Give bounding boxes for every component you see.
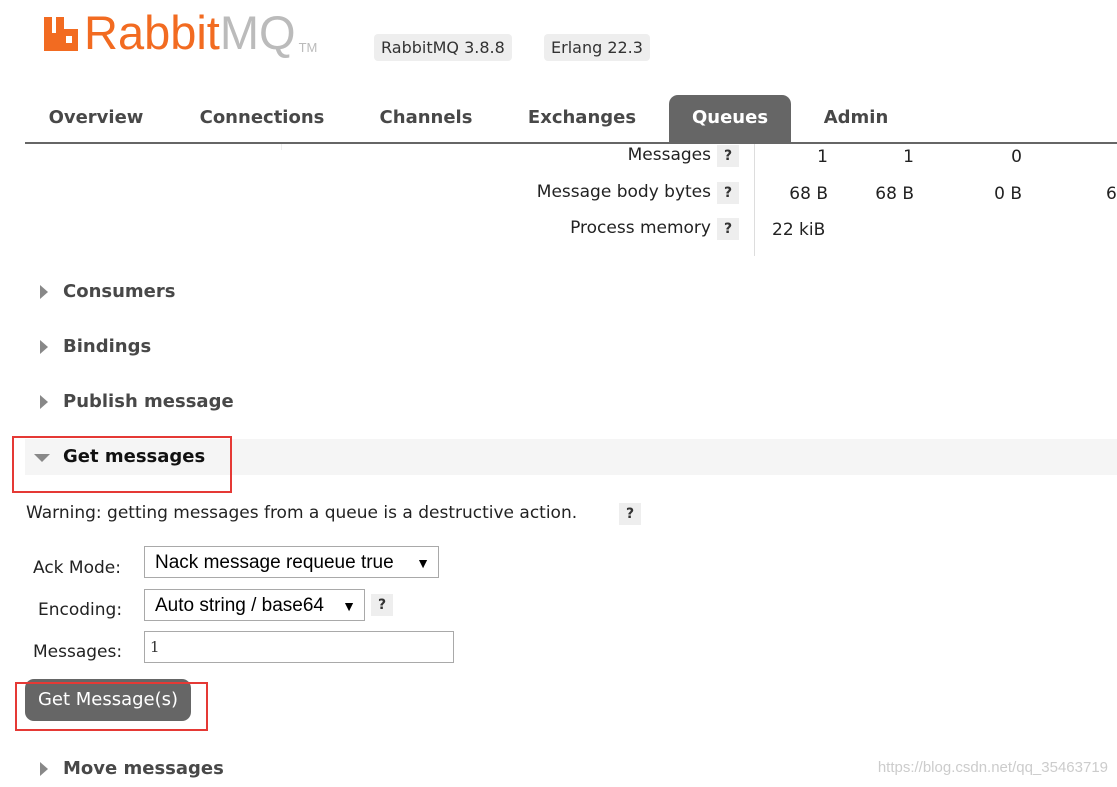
- stat-label-message-body-bytes: Message body bytes: [536, 182, 711, 202]
- erlang-version-badge: Erlang 22.3: [544, 34, 650, 61]
- stat-label-process-memory: Process memory: [570, 218, 711, 238]
- stat-value: 68 B: [789, 184, 828, 204]
- encoding-label: Encoding:: [38, 600, 123, 620]
- help-process-memory-button[interactable]: ?: [717, 218, 739, 240]
- help-message-body-bytes-button[interactable]: ?: [717, 182, 739, 204]
- ack-mode-label: Ack Mode:: [33, 558, 121, 578]
- section-title: Move messages: [63, 758, 224, 779]
- help-messages-button[interactable]: ?: [717, 145, 739, 167]
- section-bindings[interactable]: Bindings: [25, 329, 1117, 365]
- destructive-action-warning: Warning: getting messages from a queue i…: [26, 503, 578, 523]
- stat-value: 6: [1106, 184, 1117, 204]
- expand-triangle-icon: [40, 340, 48, 354]
- expand-triangle-icon: [40, 395, 48, 409]
- rabbitmq-logo[interactable]: RabbitMQ TM: [42, 6, 317, 60]
- stat-value: 1: [817, 147, 828, 167]
- tab-connections[interactable]: Connections: [185, 95, 339, 142]
- stat-value: 0: [1011, 147, 1022, 167]
- section-title: Bindings: [63, 336, 152, 357]
- help-warning-button[interactable]: ?: [619, 503, 641, 525]
- dropdown-arrow-icon: ▼: [342, 598, 356, 614]
- logo-trademark: TM: [298, 40, 318, 55]
- get-messages-button[interactable]: Get Message(s): [25, 679, 191, 721]
- help-encoding-button[interactable]: ?: [371, 594, 393, 616]
- section-consumers[interactable]: Consumers: [25, 274, 1117, 310]
- section-publish-message[interactable]: Publish message: [25, 384, 1117, 420]
- ack-mode-select[interactable]: Nack message requeue true ▼: [144, 546, 439, 578]
- section-get-messages[interactable]: Get messages: [25, 439, 1117, 475]
- tab-overview[interactable]: Overview: [35, 95, 157, 142]
- queue-stats-table: Messages ? 1 1 0 Message body bytes ? 68…: [0, 144, 1117, 259]
- stats-divider: [754, 144, 755, 256]
- expand-triangle-icon: [40, 285, 48, 299]
- messages-count-label: Messages:: [33, 642, 123, 662]
- stat-label-messages: Messages: [627, 145, 711, 165]
- dropdown-arrow-icon: ▼: [416, 555, 430, 571]
- column-divider: [281, 144, 282, 150]
- tab-admin[interactable]: Admin: [807, 95, 905, 142]
- ack-mode-selected-value: Nack message requeue true: [155, 552, 394, 573]
- stat-value: 22 kiB: [772, 220, 826, 240]
- rabbitmq-logo-icon: [44, 17, 78, 51]
- main-nav: Overview Connections Channels Exchanges …: [25, 95, 1117, 144]
- stat-value: 68 B: [875, 184, 914, 204]
- watermark: https://blog.csdn.net/qq_35463719: [877, 759, 1108, 776]
- collapse-triangle-icon: [34, 454, 50, 462]
- tab-exchanges[interactable]: Exchanges: [515, 95, 649, 142]
- rabbitmq-version-badge: RabbitMQ 3.8.8: [374, 34, 512, 61]
- header: RabbitMQ TM RabbitMQ 3.8.8 Erlang 22.3: [0, 0, 1117, 95]
- section-title: Consumers: [63, 281, 176, 302]
- tab-channels[interactable]: Channels: [365, 95, 487, 142]
- encoding-select[interactable]: Auto string / base64 ▼: [144, 589, 365, 621]
- messages-count-input[interactable]: [144, 631, 454, 663]
- section-title: Get messages: [63, 446, 206, 467]
- logo-wordmark: RabbitMQ: [84, 6, 296, 59]
- stat-value: 0 B: [994, 184, 1022, 204]
- stat-value: 1: [903, 147, 914, 167]
- encoding-selected-value: Auto string / base64: [155, 595, 324, 616]
- expand-triangle-icon: [40, 762, 48, 776]
- tab-queues[interactable]: Queues: [669, 95, 791, 142]
- section-title: Publish message: [63, 391, 234, 412]
